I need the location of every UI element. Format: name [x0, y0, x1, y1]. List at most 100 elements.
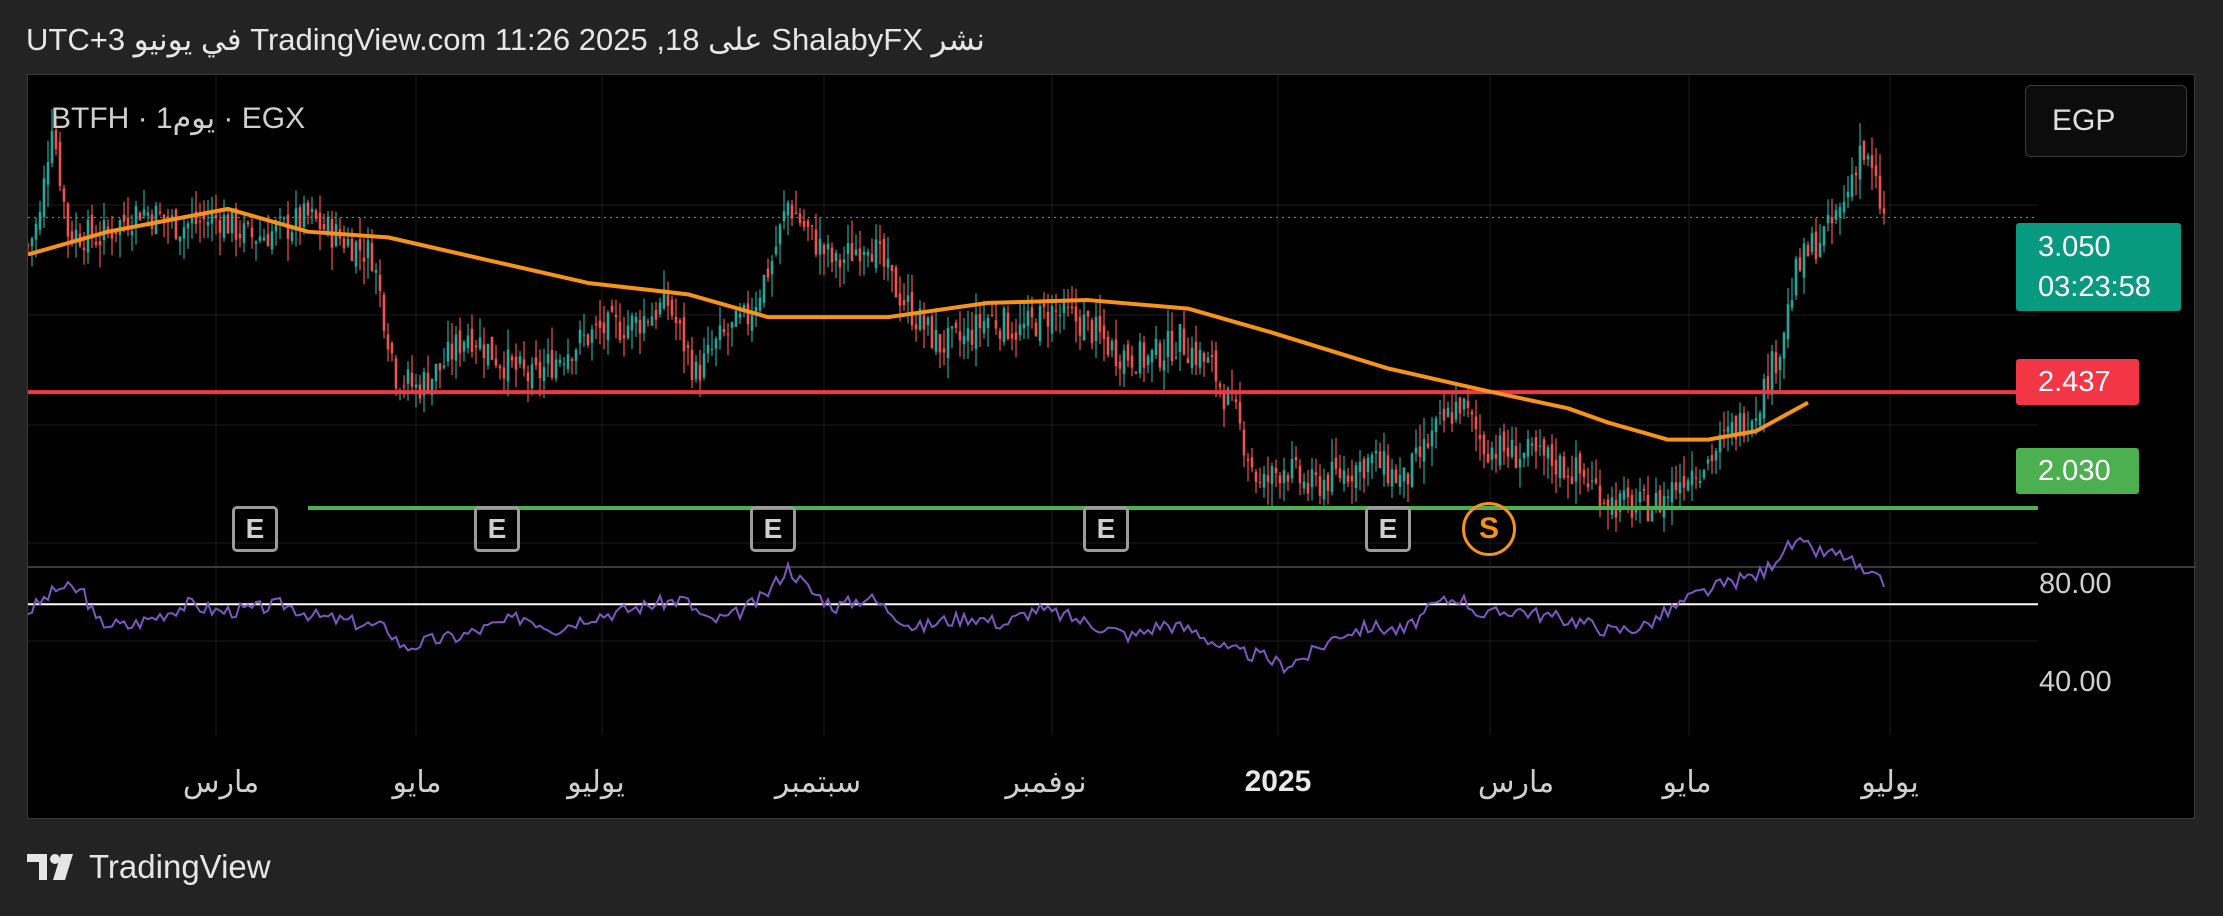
candle-body	[554, 359, 558, 379]
candle-body	[1210, 354, 1214, 357]
candle-body	[1130, 355, 1134, 368]
candle-body	[250, 227, 254, 238]
candle-body	[1234, 399, 1238, 403]
candle-body	[1006, 312, 1010, 340]
candle-body	[810, 225, 814, 227]
candle-body	[254, 241, 258, 244]
candle-body	[390, 343, 394, 354]
candle-body	[862, 251, 866, 255]
currency-button[interactable]: EGP	[2025, 85, 2187, 157]
candle-body	[58, 142, 62, 186]
candle-body	[1842, 201, 1846, 213]
candle-body	[30, 238, 34, 247]
candle-body	[630, 315, 634, 331]
candle-body	[1834, 210, 1838, 220]
symbol-label[interactable]: BTFH · 1يوم · EGX	[51, 101, 305, 136]
candle-body	[642, 316, 646, 334]
candle-body	[182, 227, 186, 239]
candle-body	[350, 238, 354, 261]
candle-body	[850, 243, 854, 261]
candle-body	[546, 354, 550, 364]
candle-body	[818, 238, 822, 255]
chart-canvas[interactable]	[28, 75, 2196, 820]
candle-body	[970, 329, 974, 345]
tradingview-logo[interactable]: TradingView	[27, 848, 271, 886]
candle-body	[614, 314, 618, 318]
candle-body	[1170, 331, 1174, 362]
earnings-event-icon[interactable]: E	[1083, 506, 1129, 552]
candle-body	[378, 275, 382, 292]
candle-body	[822, 244, 826, 255]
candle-body	[1498, 435, 1502, 466]
candle-body	[1426, 443, 1430, 448]
candle-body	[902, 300, 906, 306]
candle-body	[646, 321, 650, 323]
bar-countdown: 03:23:58	[2038, 271, 2151, 303]
earnings-event-icon[interactable]: E	[1365, 506, 1411, 552]
candle-body	[1198, 349, 1202, 368]
candle-body	[1422, 439, 1426, 462]
candle-body	[1318, 476, 1322, 496]
earnings-event-icon[interactable]: E	[474, 506, 520, 552]
candle-body	[1026, 311, 1030, 327]
candle-body	[638, 319, 642, 334]
candle-body	[1566, 475, 1570, 478]
candle-body	[994, 320, 998, 329]
candle-body	[1438, 412, 1442, 414]
split-event-icon[interactable]: S	[1462, 502, 1516, 556]
candle-body	[1154, 338, 1158, 355]
candle-body	[1394, 469, 1398, 484]
candle-body	[1086, 311, 1090, 317]
candle-body	[386, 334, 390, 350]
candle-body	[1466, 400, 1470, 409]
candle-body	[502, 367, 506, 379]
candle-body	[1698, 480, 1702, 484]
candle-body	[958, 331, 962, 341]
candle-body	[574, 349, 578, 361]
x-axis-tick: 2025	[1244, 765, 1312, 798]
candle-body	[718, 325, 722, 341]
candle-body	[738, 313, 742, 318]
candle-body	[1082, 314, 1086, 341]
earnings-event-icon[interactable]: E	[750, 506, 796, 552]
candle-body	[242, 223, 246, 243]
candle-body	[1302, 481, 1306, 489]
candle-body	[106, 226, 110, 230]
candle-body	[1274, 467, 1278, 474]
candle-body	[1138, 341, 1142, 374]
chart-panel[interactable]: BTFH · 1يوم · EGX EGP 3.050 03:23:58 2.4…	[27, 74, 2196, 820]
candle-body	[1506, 447, 1510, 457]
candle-body	[1814, 231, 1818, 260]
candle-body	[1102, 325, 1106, 339]
candle-body	[890, 265, 894, 272]
candle-body	[1706, 459, 1710, 464]
candle-body	[1490, 447, 1494, 460]
candle-body	[1050, 305, 1054, 334]
candle-body	[550, 350, 554, 378]
candle-body	[538, 362, 542, 378]
candle-body	[626, 325, 630, 338]
candle-body	[1350, 475, 1354, 482]
candle-body	[1206, 357, 1210, 363]
candle-body	[1570, 476, 1574, 484]
candle-body	[1586, 483, 1590, 488]
candle-body	[858, 248, 862, 262]
candle-body	[426, 372, 430, 392]
candle-body	[230, 210, 234, 234]
candle-body	[482, 344, 486, 359]
candle-body	[414, 384, 418, 388]
candle-body	[778, 224, 782, 245]
candle-body	[258, 236, 262, 241]
candle-body	[1638, 491, 1642, 503]
candle-body	[982, 320, 986, 334]
x-axis-tick: يوليو	[1861, 766, 1919, 799]
candle-body	[1694, 477, 1698, 479]
candle-body	[1042, 303, 1046, 308]
earnings-event-icon[interactable]: E	[232, 506, 278, 552]
candle-body	[382, 294, 386, 331]
candle-body	[842, 259, 846, 263]
candle-body	[1710, 455, 1714, 461]
candle-body	[838, 259, 842, 268]
candle-body	[1066, 306, 1070, 308]
candle-body	[66, 203, 70, 237]
